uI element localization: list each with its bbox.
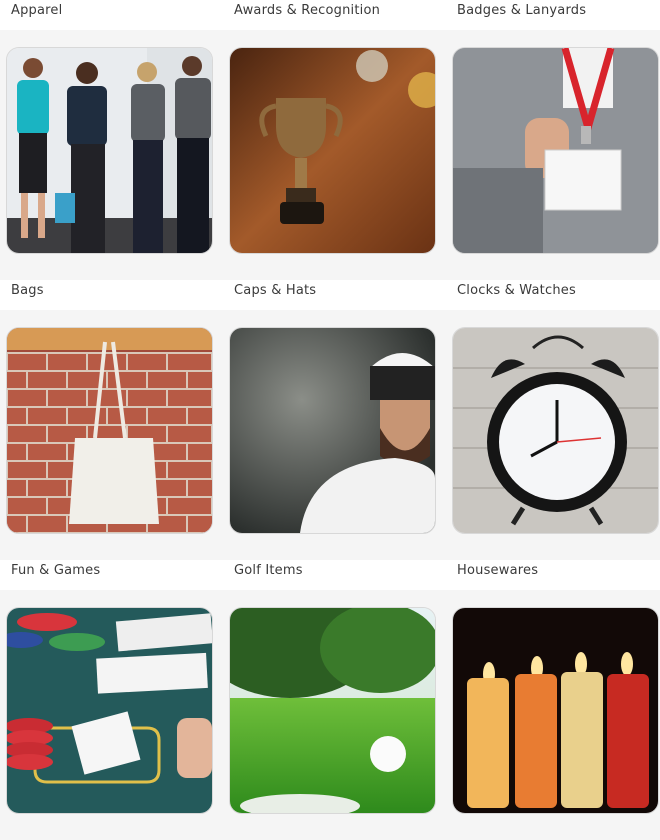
category-title[interactable]: Caps & Hats [234, 283, 316, 298]
category-image-golf[interactable] [229, 607, 436, 814]
category-image-clocks[interactable] [452, 327, 659, 534]
category-title[interactable]: Apparel [11, 3, 62, 18]
category-image-badges[interactable] [452, 47, 659, 254]
category-row: Bags Caps & Hats Clocks & Watches [0, 280, 660, 560]
category-image-housewares[interactable] [452, 607, 659, 814]
category-title[interactable]: Clocks & Watches [457, 283, 576, 298]
category-row: Apparel Awards & Recognition Badges & La… [0, 0, 660, 280]
category-image-awards[interactable] [229, 47, 436, 254]
category-image-games[interactable] [6, 607, 213, 814]
category-title[interactable]: Awards & Recognition [234, 3, 380, 18]
category-title[interactable]: Bags [11, 283, 44, 298]
category-title[interactable]: Golf Items [234, 563, 303, 578]
category-title[interactable]: Badges & Lanyards [457, 3, 586, 18]
category-row: Fun & Games Golf Items Housewares [0, 560, 660, 840]
category-image-bags[interactable] [6, 327, 213, 534]
category-title[interactable]: Fun & Games [11, 563, 100, 578]
category-title[interactable]: Housewares [457, 563, 538, 578]
category-image-caps[interactable] [229, 327, 436, 534]
category-grid: Apparel Awards & Recognition Badges & La… [0, 0, 660, 840]
category-image-apparel[interactable] [6, 47, 213, 254]
